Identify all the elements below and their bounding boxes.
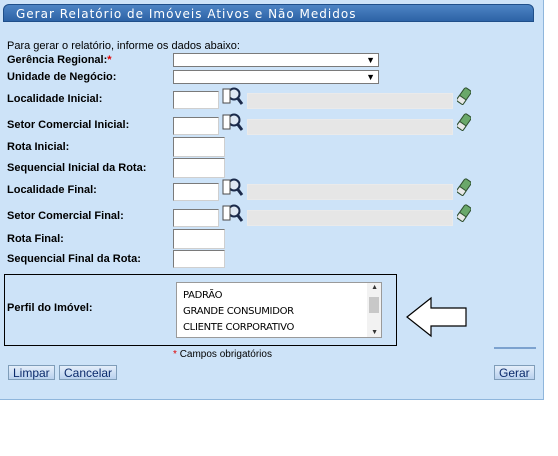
required-note: * Campos obrigatórios [173, 349, 272, 360]
perfil-option[interactable]: CLIENTE CORPORATIVO [177, 320, 381, 336]
localidade-final-label: Localidade Final: [7, 184, 97, 196]
unidade-label: Unidade de Negócio: [7, 71, 117, 83]
eraser-icon[interactable] [457, 204, 471, 222]
left-arrow-icon [406, 296, 467, 338]
perfil-label: Perfil do Imóvel: [7, 302, 93, 314]
dropdown-arrow-icon: ▼ [366, 55, 375, 65]
gerencia-select[interactable]: ▼ [173, 53, 379, 67]
dropdown-arrow-icon: ▼ [366, 72, 375, 82]
localidade-inicial-description [247, 93, 453, 109]
localidade-final-description [247, 184, 453, 200]
scroll-up-icon[interactable]: ▲ [371, 284, 378, 291]
required-asterisk: * [107, 54, 112, 66]
form-panel: Gerar Relatório de Imóveis Ativos e Não … [0, 0, 544, 400]
localidade-final-input[interactable] [173, 183, 219, 201]
scroll-down-icon[interactable]: ▼ [371, 329, 378, 336]
seq-inicial-label: Sequencial Inicial da Rota: [7, 162, 147, 174]
magnifier-icon[interactable] [222, 203, 244, 223]
cancelar-button[interactable]: Cancelar [59, 365, 118, 380]
seq-final-label: Sequencial Final da Rota: [7, 253, 141, 265]
listbox-scrollbar[interactable]: ▲ ▼ [367, 283, 381, 337]
seq-final-input[interactable] [173, 250, 225, 268]
limpar-button[interactable]: Limpar [8, 365, 55, 380]
rota-inicial-input[interactable] [173, 137, 225, 157]
required-mark: * [173, 349, 177, 360]
window-title: Gerar Relatório de Imóveis Ativos e Não … [3, 4, 534, 22]
form-intro: Para gerar o relatório, informe os dados… [7, 40, 240, 52]
divider [494, 347, 536, 349]
gerencia-label: Gerência Regional:* [7, 54, 112, 66]
magnifier-icon[interactable] [222, 86, 244, 106]
localidade-inicial-label: Localidade Inicial: [7, 93, 103, 105]
eraser-icon[interactable] [457, 178, 471, 196]
setor-inicial-label: Setor Comercial Inicial: [7, 119, 130, 131]
magnifier-icon[interactable] [222, 177, 244, 197]
rota-inicial-label: Rota Inicial: [7, 141, 70, 153]
setor-final-description [247, 210, 453, 226]
seq-inicial-input[interactable] [173, 158, 225, 178]
unidade-select[interactable]: ▼ [173, 70, 379, 84]
rota-final-input[interactable] [173, 229, 225, 249]
perfil-option[interactable]: PADRÃO [177, 283, 381, 304]
eraser-icon[interactable] [457, 87, 471, 105]
perfil-option[interactable]: GRANDE CONSUMIDOR [177, 304, 381, 320]
eraser-icon[interactable] [457, 113, 471, 131]
setor-final-input[interactable] [173, 209, 219, 227]
gerar-button[interactable]: Gerar [494, 365, 535, 380]
setor-inicial-input[interactable] [173, 117, 219, 135]
setor-final-label: Setor Comercial Final: [7, 210, 124, 222]
localidade-inicial-input[interactable] [173, 91, 219, 109]
setor-inicial-description [247, 119, 453, 135]
required-note-text: Campos obrigatórios [179, 349, 272, 360]
gerencia-label-text: Gerência Regional: [7, 54, 108, 66]
magnifier-icon[interactable] [222, 112, 244, 132]
perfil-listbox[interactable]: PADRÃO GRANDE CONSUMIDOR CLIENTE CORPORA… [176, 282, 382, 338]
scrollbar-thumb[interactable] [369, 297, 379, 313]
rota-final-label: Rota Final: [7, 233, 64, 245]
